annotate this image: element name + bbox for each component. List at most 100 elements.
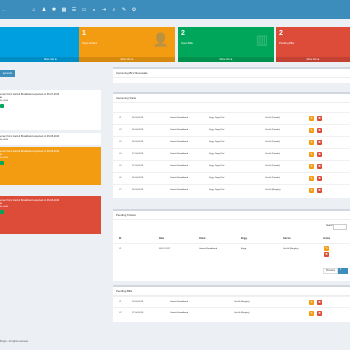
notice-message: ement from Garrett Broadband expected on…	[0, 93, 60, 96]
notice-item-danger: ement from Garrett Broadband expected on…	[0, 196, 101, 234]
delete-button[interactable]: ✖	[317, 163, 322, 169]
edit-button[interactable]: ✎	[309, 163, 314, 169]
cell-client: Garrett Broadband	[199, 248, 218, 250]
cell-id: #1	[119, 117, 122, 119]
nav-icon-bar: ⌂ ♟ ✱ ▦ ☰ ▭ ◒ ⇥ ⌕ ✎ ⚙	[29, 0, 139, 19]
cell-place: Digg, Gage Pixl	[209, 165, 225, 167]
cell-place: Digg, Gage Pixl	[209, 177, 225, 179]
edit-button[interactable]: ✎	[309, 151, 314, 157]
cell-client: Garrett Broadband	[170, 141, 189, 143]
edit-button[interactable]: ✎	[324, 245, 329, 251]
cell-plan: Gut Hi (Bingley)	[283, 248, 299, 250]
edit-button[interactable]: ✎	[309, 115, 314, 121]
upcoming-renewals-panel: Upcoming BLV Renewals	[113, 67, 350, 83]
cell-date: 20-04-2016	[132, 301, 144, 303]
calendar-icon[interactable]: ▦	[59, 7, 69, 13]
pager-page-1[interactable]: 1	[338, 268, 348, 274]
pager-previous[interactable]: Previous	[323, 268, 338, 274]
delete-button[interactable]: ✖	[317, 127, 322, 133]
gear-icon[interactable]: ✱	[49, 7, 59, 13]
cell-id: #7	[119, 189, 122, 191]
table-row: #1 05-04-2016 Garrett Broadband Digg, Gage …	[113, 112, 350, 124]
tile-more-info-link[interactable]: More info ⊕	[276, 57, 350, 62]
chart-icon: ▥	[255, 32, 268, 47]
delete-button[interactable]: ✖	[317, 151, 322, 157]
search-input[interactable]	[333, 224, 347, 230]
tile-orange[interactable]: 1 Open Orders 👤 More info ⊕	[79, 27, 175, 62]
column-header[interactable]: Date	[159, 238, 164, 240]
cell-plan: Gut Hi (Vendor)	[265, 153, 281, 155]
cell-id: #2	[119, 129, 122, 131]
cell-date: 27-04-2016	[132, 153, 144, 155]
cell-engg: Engg.	[241, 248, 247, 250]
page-footer: Plugin - All rights reserved.	[0, 340, 29, 343]
payments-button[interactable]: ayments	[0, 70, 15, 77]
cell-client: Garrett Broadband	[170, 301, 189, 303]
column-header[interactable]: Client	[199, 238, 205, 240]
delete-button[interactable]: ✖	[317, 187, 322, 193]
notice-item: ement from Garrett Broadband expected on…	[0, 90, 101, 130]
tile-more-info-link[interactable]: More info ⊕	[79, 57, 175, 62]
settings-icon[interactable]: ⚙	[129, 7, 139, 13]
cell-date: 05-04-2016	[132, 117, 144, 119]
logout-icon[interactable]: ⇥	[99, 7, 109, 13]
notice-action-button[interactable]	[0, 104, 4, 108]
cell-place: Digg, Gage Pixl	[209, 189, 225, 191]
edit-button[interactable]: ✎	[309, 299, 314, 305]
tile-red[interactable]: 2 Pending Bills More info ⊕	[276, 27, 350, 62]
cell-client: Garrett Broadband	[170, 189, 189, 191]
notice-amount: Rs 4000	[0, 206, 9, 208]
delete-button[interactable]: ✖	[317, 115, 322, 121]
edit-button[interactable]: ✎	[309, 175, 314, 181]
delete-button[interactable]: ✖	[317, 299, 322, 305]
table-row: #2 27-04-2016 Garrett Broadband Gut Hi (Bin…	[113, 307, 350, 319]
notice-subtext: Al	[0, 97, 2, 99]
edit-button[interactable]: ✎	[309, 187, 314, 193]
edit-button[interactable]: ✎	[309, 310, 314, 316]
cell-place: Digg, Gage Pixl	[209, 117, 225, 119]
cell-date: 05-04-2016	[132, 177, 144, 179]
tile-more-info-link[interactable]: More info ⊕	[178, 57, 274, 62]
cell-id: #4	[119, 153, 122, 155]
edit-button[interactable]: ✎	[309, 127, 314, 133]
notice-action-button[interactable]	[0, 161, 4, 165]
tile-green[interactable]: 2 Open Bills ▥ More info ⊕	[178, 27, 274, 62]
upcoming-visits-panel: Upcoming Visits #1 05-04-2016 Garrett Broa…	[113, 92, 350, 198]
cell-client: Garrett Broadband	[170, 312, 189, 314]
table-row: #4 27-04-2016 Garrett Broadband Digg, Gage …	[113, 148, 350, 160]
notice-amount: Rs 4000	[0, 157, 9, 159]
cell-plan: Gut Hi (Bingley)	[234, 312, 250, 314]
user-icon[interactable]: ♟	[39, 7, 49, 13]
cell-date: 05-04-2016	[132, 141, 144, 143]
car-icon[interactable]: ◒	[89, 7, 99, 13]
notice-action-button[interactable]	[0, 210, 4, 214]
list-icon[interactable]: ☰	[69, 7, 79, 13]
notice-message: ement from Garrett Broadband expected on…	[0, 150, 60, 153]
delete-button[interactable]: ✖	[324, 251, 329, 257]
column-header[interactable]: Gut Ho	[283, 238, 291, 240]
cell-plan: Gut Hi (Bingley)	[265, 189, 281, 191]
cell-plan: Gut Hi (Vendor)	[265, 141, 281, 143]
table-row: #6 05-04-2016 Garrett Broadband Digg, Gage …	[113, 172, 350, 184]
cell-client: Garrett Broadband	[170, 177, 189, 179]
table-row: #7 05-04-2016 Garrett Broadband Digg, Gage …	[113, 184, 350, 196]
cell-client: Garrett Broadband	[170, 153, 189, 155]
home-icon[interactable]: ⌂	[29, 7, 39, 13]
column-header[interactable]: ID	[119, 238, 121, 240]
search-icon[interactable]: ⌕	[109, 7, 119, 13]
table-row: #3 05-04-2016 Garrett Broadband Digg, Gage …	[113, 136, 350, 148]
monitor-icon[interactable]: ▭	[79, 7, 89, 13]
column-header[interactable]: Action	[323, 238, 330, 240]
panel-title: Upcoming Visits	[113, 94, 350, 103]
edit-button[interactable]: ✎	[309, 139, 314, 145]
cell-id: #1	[119, 301, 122, 303]
delete-button[interactable]: ✖	[317, 175, 322, 181]
notice-message: ement from Garrett Broadband expected on…	[0, 199, 60, 202]
app-logo[interactable]: ...	[0, 0, 32, 19]
delete-button[interactable]: ✖	[317, 310, 322, 316]
pagination: Previous 1	[323, 268, 348, 274]
cell-id: #6	[119, 177, 122, 179]
wrench-icon[interactable]: ✎	[119, 7, 129, 13]
column-header[interactable]: Engg.	[241, 238, 247, 240]
delete-button[interactable]: ✖	[317, 139, 322, 145]
